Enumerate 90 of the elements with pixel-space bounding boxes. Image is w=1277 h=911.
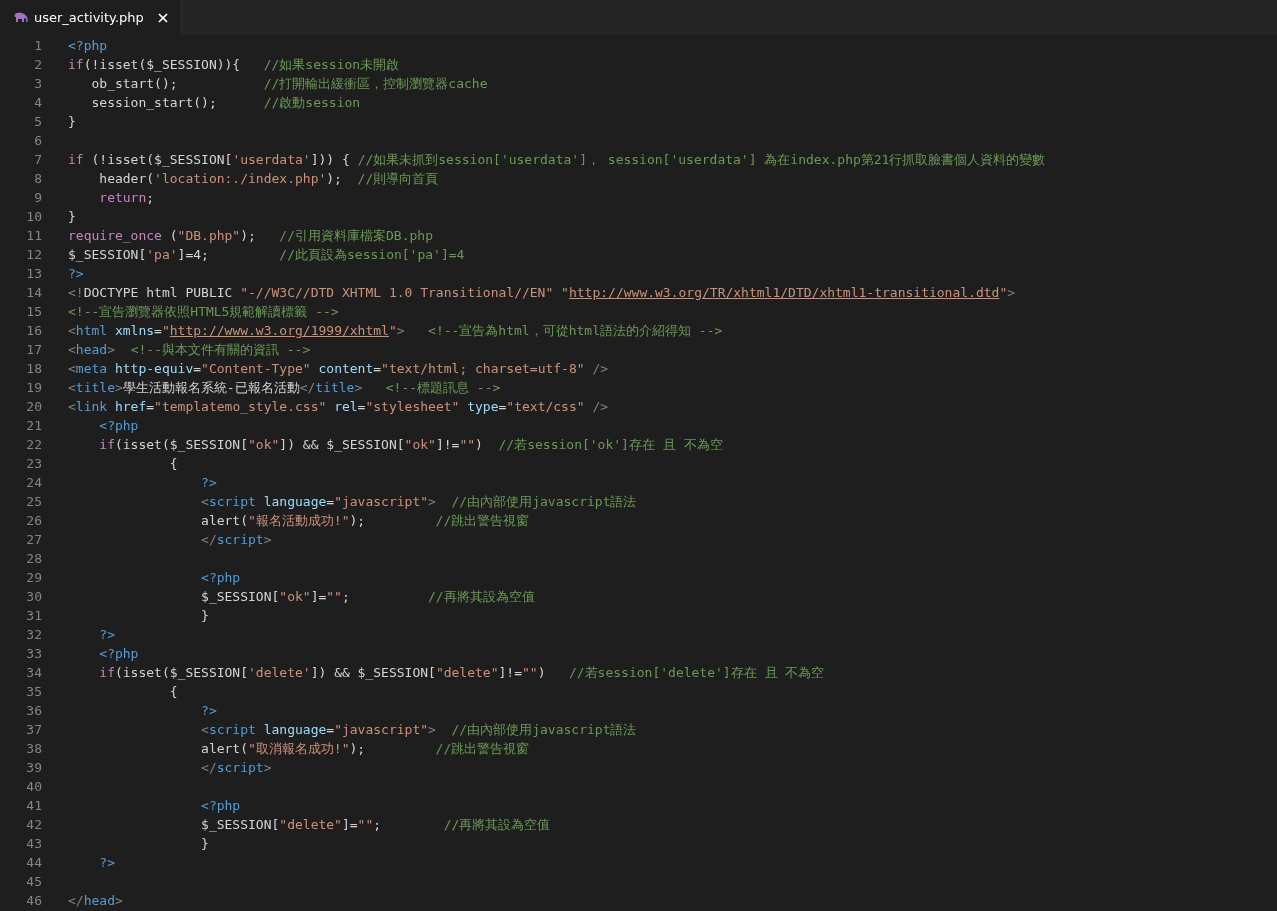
code-line: <script language="javascript"> //由內部使用javascript語法 [200,493,637,511]
code-line: $_SESSION["delete"]=""; //再將其設為空值 [200,816,551,834]
line-number: 31 [25,607,42,625]
code-line: ?> [200,474,217,492]
line-number: 14 [25,284,42,302]
line-number: 33 [25,645,42,663]
code-line: if(isset($_SESSION["ok"]) && $_SESSION["ok"]!="") //若session['ok']存在 且 不為空 [98,436,723,454]
line-number: 32 [25,626,42,644]
line-number: 3 [33,75,42,93]
code-line: if(isset($_SESSION['delete']) && $_SESSION["delete"]!="") //若session['delete']存在 且 不為空 [98,664,825,682]
line-number: 9 [33,189,42,207]
code-line: <html xmlns="http://www.w3.org/1999/xhtml"> <!--宣告為html，可從html語法的介紹得知 --> [68,322,723,340]
code-line: { [168,683,178,701]
line-number: 29 [25,569,42,587]
line-number: 13 [25,265,42,283]
code-line: alert("取消報名成功!"); //跳出警告視窗 [200,740,530,758]
code-line: } [200,607,209,625]
code-line: ?> [98,854,115,872]
line-number: 39 [25,759,42,777]
line-number: 28 [25,550,42,568]
line-number: 15 [25,303,42,321]
code-line: ?> [68,265,84,283]
code-line: <?php [68,37,108,55]
code-line: <meta http-equiv="Content-Type" content="text/html; charset=utf-8" /> [68,360,609,378]
line-number: 1 [33,37,42,55]
line-number: 36 [25,702,42,720]
code-line: </script> [200,759,272,777]
file-tab[interactable]: user_activity.php [0,0,180,35]
code-line: } [68,113,76,131]
line-number: 12 [25,246,42,264]
code-line: if (!isset($_SESSION['userdata'])) { //如果未抓到session['userdata']， session['userdata'] 為在index.php第21行抓取臉書個人資料的變數 [68,151,1046,169]
code-line: ob_start(); //打開輸出緩衝區，控制瀏覽器cache [90,75,488,93]
line-number: 18 [25,360,42,378]
line-number: 4 [33,94,42,112]
line-number: 16 [25,322,42,340]
code-line: <title>學生活動報名系統-已報名活動</title> <!--標題訊息 --> [68,379,501,397]
line-number: 26 [25,512,42,530]
code-line: $_SESSION["ok"]=""; //再將其設為空值 [200,588,535,606]
code-line: <!DOCTYPE html PUBLIC "-//W3C//DTD XHTML 1.0 Transitional//EN" "http://www.w3.org/TR/xhtml1/DTD/xhtml1-transitional.dtd"> [68,284,1016,302]
line-number: 2 [33,56,42,74]
line-number: 22 [25,436,42,454]
line-number: 42 [25,816,42,834]
code-line: </head> [68,892,123,910]
line-number: 19 [25,379,42,397]
line-number: 5 [33,113,42,131]
code-line: <?php [200,569,241,587]
code-line: <script language="javascript"> //由內部使用javascript語法 [200,721,637,739]
line-number: 46 [25,892,42,910]
line-number: 38 [25,740,42,758]
line-number: 24 [25,474,42,492]
line-number: 41 [25,797,42,815]
code-line: <head> <!--與本文件有關的資訊 --> [68,341,311,359]
code-line: </script> [200,531,272,549]
line-number: 37 [25,721,42,739]
code-line: <?php [98,417,139,435]
line-number: 34 [25,664,42,682]
code-line: session_start(); //啟動session [90,94,361,112]
line-number: 25 [25,493,42,511]
code-line: } [200,835,209,853]
line-number: 11 [25,227,42,245]
line-number: 8 [33,170,42,188]
code-line: $_SESSION['pa']=4; //此頁設為session['pa']=4 [68,246,465,264]
line-number: 27 [25,531,42,549]
code-line: ?> [98,626,115,644]
code-line: <?php [98,645,139,663]
code-line: header('location:./index.php'); //則導向首頁 [98,170,439,188]
line-number: 45 [25,873,42,891]
elephant-icon [14,12,28,23]
code-line: <link href="templatemo_style.css" rel="stylesheet" type="text/css" /> [68,398,609,416]
line-number: 30 [25,588,42,606]
code-line: return; [98,189,155,207]
line-number: 43 [25,835,42,853]
line-number: 40 [25,778,42,796]
code-line: ?> [200,702,217,720]
code-line: alert("報名活動成功!"); //跳出警告視窗 [200,512,530,530]
code-line: <?php [200,797,241,815]
line-number: 6 [33,132,42,150]
line-number: 21 [25,417,42,435]
line-number: 44 [25,854,42,872]
line-number: 20 [25,398,42,416]
code-line: <!--宣告瀏覽器依照HTML5規範解讀標籤 --> [68,303,339,321]
code-line: } [68,208,76,226]
code-line: { [168,455,178,473]
line-number: 10 [25,208,42,226]
line-number: 23 [25,455,42,473]
code-line: if(!isset($_SESSION)){ //如果session未開啟 [68,56,400,74]
line-number: 7 [33,151,42,169]
code-line: require_once ("DB.php"); //引用資料庫檔案DB.php [68,227,433,245]
line-number: 35 [25,683,42,701]
line-number: 17 [25,341,42,359]
